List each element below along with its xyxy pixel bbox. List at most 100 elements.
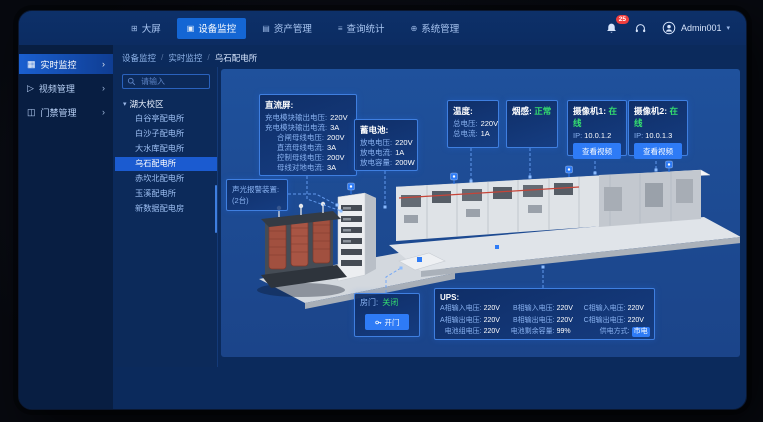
door-icon: ◫: [27, 107, 36, 118]
tree-item[interactable]: 白谷亭配电所: [115, 112, 217, 126]
row-label: 供电方式:: [584, 327, 630, 337]
floor-device: [495, 245, 499, 249]
ip-value: 10.0.1.3: [645, 131, 672, 140]
panel-title: 温度:: [453, 105, 493, 117]
data-row: 合闸母线电压:200V: [265, 133, 351, 143]
tree-parent-node[interactable]: ▾ 湖大校区: [115, 96, 217, 112]
ip-label: IP:: [573, 131, 582, 140]
monitor-grid-icon: ▦: [27, 59, 36, 70]
top-navbar: ⊞大屏 ▣设备监控 ▤资产管理 ≡查询统计 ⊕系统管理 25 Admin001 …: [19, 11, 746, 45]
door-status-row: 房门: 关闭: [360, 298, 414, 308]
row-label: 母线对地电流:: [265, 163, 324, 173]
nav-tab-label: 设备监控: [198, 21, 236, 35]
location-pin-icon[interactable]: [451, 173, 458, 184]
dc-screen-panel: 直流屏: 充电模块输出电压:220V 充电模块输出电流:3A 合闸母线电压:20…: [259, 94, 357, 176]
row-label: 直流母线电流:: [265, 143, 324, 153]
chevron-right-icon: ›: [102, 83, 105, 93]
nav-tab-dashboard[interactable]: ⊞大屏: [121, 18, 171, 39]
row-label: A相输出电压:: [440, 316, 482, 326]
row-value: 220V: [557, 304, 579, 314]
row-label: 总电压:: [453, 119, 478, 129]
row-label: 放电容量:: [360, 158, 392, 168]
breadcrumb-item[interactable]: 实时监控: [168, 52, 202, 64]
row-value: 200W: [395, 158, 415, 168]
nav-tab-query-stats[interactable]: ≡查询统计: [328, 18, 395, 39]
row-value: 220V: [484, 304, 506, 314]
data-row: C相输入电压:220V: [584, 304, 650, 314]
chevron-down-icon: ▾: [726, 24, 730, 32]
row-value: 220V: [484, 316, 506, 326]
breadcrumb-separator: /: [207, 52, 209, 64]
sidebar-item-access-manage[interactable]: ◫ 门禁管理 ›: [19, 102, 113, 122]
panel-title-text: 烟感:: [512, 106, 532, 116]
breadcrumb-separator: /: [161, 52, 163, 64]
video-icon: ▷: [27, 83, 34, 94]
smoke-sensor-panel: 烟感: 正常: [506, 100, 558, 148]
data-row: 充电模块输出电压:220V: [265, 113, 351, 123]
row-value: 99%: [557, 327, 579, 337]
alarm-label: 声光报警装置:: [232, 184, 282, 195]
data-row: 供电方式:市电: [584, 327, 650, 337]
nav-tab-device-monitor[interactable]: ▣设备监控: [177, 18, 247, 39]
username: Admin001: [681, 23, 722, 33]
location-pin-icon[interactable]: [566, 166, 573, 177]
row-value: 1A: [395, 148, 412, 158]
camera2-panel: 摄像机2: 在线 IP:10.0.1.3 查看视频: [628, 100, 688, 156]
list-icon: ≡: [338, 24, 343, 33]
user-menu[interactable]: Admin001 ▾: [662, 21, 730, 35]
ups-panel: UPS: A相输入电压:220V B相输入电压:220V C相输入电压:220V…: [434, 288, 655, 340]
tree-search-box: [122, 74, 210, 89]
station-detail-view: 直流屏: 充电模块输出电压:220V 充电模块输出电流:3A 合闸母线电压:20…: [221, 69, 740, 357]
tree-item[interactable]: 玉溪配电所: [115, 187, 217, 201]
power-mode-chip: 市电: [632, 327, 650, 337]
sidebar-item-realtime-monitor[interactable]: ▦ 实时监控 ›: [19, 54, 113, 74]
nav-tab-system[interactable]: ⊕系统管理: [401, 18, 470, 39]
nav-tab-label: 大屏: [142, 21, 161, 35]
view-video-button[interactable]: 查看视频: [573, 143, 621, 159]
panel-title: 摄像机2: 在线: [634, 105, 682, 129]
row-label: A相输入电压:: [440, 304, 482, 314]
row-value: 220V: [395, 138, 413, 148]
tree-item[interactable]: 新数据配电房: [115, 202, 217, 216]
data-row: 电池组电压:220V: [440, 327, 506, 337]
door-panel: 房门: 关闭 开门: [354, 293, 420, 337]
data-row: A相输出电压:220V: [440, 316, 506, 326]
tree-item[interactable]: 大水库配电所: [115, 142, 217, 156]
ip-row: IP:10.0.1.2: [573, 131, 621, 140]
location-pin-icon[interactable]: [666, 161, 673, 172]
tree-item[interactable]: 赤坎北配电所: [115, 172, 217, 186]
notification-badge: 25: [616, 15, 629, 24]
search-input[interactable]: [139, 76, 205, 87]
data-row: 电池剩余容量:99%: [511, 327, 579, 337]
tree-caret-icon: ▾: [123, 100, 127, 108]
data-row: B相输入电压:220V: [511, 304, 579, 314]
sidebar-item-video-manage[interactable]: ▷ 视频管理 ›: [19, 78, 113, 98]
tree-item[interactable]: 白沙子配电所: [115, 127, 217, 141]
scrollbar-thumb[interactable]: [215, 185, 217, 233]
search-icon: [127, 77, 136, 86]
location-pin-icon[interactable]: [348, 183, 355, 194]
notification-bell-button[interactable]: 25: [604, 20, 620, 36]
breadcrumb-item[interactable]: 设备监控: [122, 52, 156, 64]
row-label: 充电模块输出电压:: [265, 113, 327, 123]
view-video-button[interactable]: 查看视频: [634, 143, 682, 159]
open-door-button[interactable]: 开门: [365, 314, 409, 330]
panel-title: 直流屏:: [265, 99, 351, 111]
desktop-background: ⊞大屏 ▣设备监控 ▤资产管理 ≡查询统计 ⊕系统管理 25 Admin001 …: [0, 0, 763, 422]
data-row: B相输出电压:220V: [511, 316, 579, 326]
nav-tabs: ⊞大屏 ▣设备监控 ▤资产管理 ≡查询统计 ⊕系统管理: [121, 18, 469, 39]
data-row: A相输入电压:220V: [440, 304, 506, 314]
nav-tab-label: 系统管理: [421, 21, 459, 35]
sidebar-item-label: 实时监控: [41, 58, 77, 71]
data-row: 控制母线电压:200V: [265, 153, 351, 163]
row-label: C相输入电压:: [584, 304, 626, 314]
support-button[interactable]: [633, 20, 649, 36]
row-value: 3A: [330, 123, 351, 133]
nav-tab-assets[interactable]: ▤资产管理: [252, 18, 322, 39]
breadcrumb: 设备监控 / 实时监控 / 乌石配电所: [122, 52, 257, 64]
row-label: 电池组电压:: [440, 327, 482, 337]
data-row: 充电模块输出电流:3A: [265, 123, 351, 133]
data-row: 总电压:220V: [453, 119, 493, 129]
avatar-icon: [662, 21, 676, 35]
tree-item-selected[interactable]: 乌石配电所: [115, 157, 217, 171]
